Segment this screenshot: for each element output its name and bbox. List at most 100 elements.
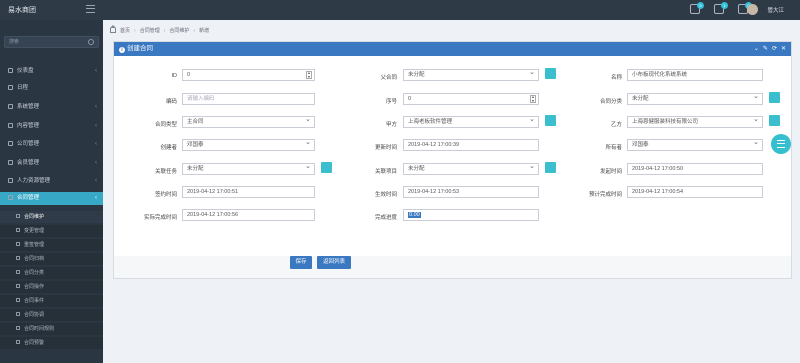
search-icon[interactable] xyxy=(88,39,94,45)
actual-time-label: 实际完成时间 xyxy=(143,215,177,221)
actual-time-field[interactable]: 2019-04-12 17:00:56 xyxy=(182,209,315,221)
back-to-list-button[interactable]: 返回列表 xyxy=(317,256,351,269)
list-icon xyxy=(16,284,20,288)
sidebar-sub-contract-maintain[interactable]: 合同维护 xyxy=(0,211,103,223)
code-field[interactable]: 请输入编码 xyxy=(182,93,315,105)
id-field[interactable]: 0 ▲ ▼ xyxy=(182,69,315,81)
publish-time-field[interactable]: 2019-04-12 17:00:50 xyxy=(627,163,763,175)
breadcrumb-maintain[interactable]: 合同维护 xyxy=(169,27,189,34)
sidebar-item-label: 仪表盘 xyxy=(17,68,34,74)
sidebar-sub-time-rule[interactable]: 合同时间规则 xyxy=(0,323,103,335)
sidebar-sub-change[interactable]: 变更管理 xyxy=(0,225,103,237)
sidebar-sub-label: 合同事件 xyxy=(24,298,45,304)
breadcrumb: 首页 › 合同管理 › 合同维护 › 新增 xyxy=(110,25,209,34)
progress-field[interactable]: 0.00 xyxy=(403,209,539,221)
sidebar-search-input[interactable]: 搜索 xyxy=(4,36,99,48)
creator-select[interactable]: 邓国泰 xyxy=(182,138,315,151)
party-b-label: 乙方 xyxy=(610,122,622,128)
parent-select[interactable]: 未分配 xyxy=(403,68,539,81)
stepper-icon[interactable]: ▲ ▼ xyxy=(306,71,312,79)
owner-select[interactable]: 邓国泰 xyxy=(627,138,763,151)
owner-label: 所有者 xyxy=(605,145,622,151)
chevron-left-icon: ‹ xyxy=(95,123,97,129)
sidebar-item-content[interactable]: 内容管理 ‹ xyxy=(0,120,103,133)
sidebar-item-label: 内容管理 xyxy=(17,123,40,129)
info-icon: i xyxy=(119,46,125,53)
expected-time-field[interactable]: 2019-04-12 17:00:54 xyxy=(627,186,763,198)
sidebar-sub-category[interactable]: 合同分类 xyxy=(0,267,103,279)
category-label: 合同分类 xyxy=(599,99,622,105)
panel-title: 创建合同 xyxy=(127,45,153,52)
party-b-value: 上海恩健服装科技有限公司 xyxy=(632,119,699,125)
avatar[interactable] xyxy=(747,4,758,15)
progress-value: 0.00 xyxy=(408,212,421,218)
breadcrumb-contracts[interactable]: 合同管理 xyxy=(140,27,160,34)
save-button[interactable]: 保存 xyxy=(290,256,312,269)
task-add-button[interactable] xyxy=(321,162,332,173)
project-select[interactable]: 未分配 xyxy=(403,162,539,175)
sidebar-item-dashboard[interactable]: 仪表盘 ‹ xyxy=(0,65,103,78)
name-label: 名称 xyxy=(610,75,622,81)
form-body: ID 0 ▲▼ 父合同 未分配 名称 小布板现代化系统系统 编码 请输入编码 序号… xyxy=(114,56,791,256)
sidebar-sub-label: 重签管理 xyxy=(24,242,45,248)
sidebar-item-hr[interactable]: 人力资源管理 ‹ xyxy=(0,175,103,188)
type-value: 主合同 xyxy=(187,119,204,125)
sidebar-sub-label: 合同归档 xyxy=(24,256,45,262)
project-add-button[interactable] xyxy=(545,162,556,173)
breadcrumb-home[interactable]: 首页 xyxy=(120,27,130,34)
floating-menu-button[interactable] xyxy=(771,134,791,154)
sidebar-sub-operation[interactable]: 合同操作 xyxy=(0,281,103,293)
seq-field[interactable]: 0 ▲ ▼ xyxy=(403,93,539,105)
list-icon xyxy=(16,312,20,316)
notification-icon[interactable]: 5 xyxy=(690,2,704,14)
refresh-icon[interactable]: ⟳ xyxy=(772,42,777,56)
party-a-select[interactable]: 上海老板软件管理 xyxy=(403,115,539,128)
project-label: 关联项目 xyxy=(374,169,397,175)
party-b-select[interactable]: 上海恩健服装科技有限公司 xyxy=(627,115,763,128)
calendar-icon xyxy=(8,85,13,90)
sidebar-item-company[interactable]: 公司管理 ‹ xyxy=(0,138,103,151)
sidebar-sub-label: 合同预警 xyxy=(24,340,45,346)
settings-icon xyxy=(8,104,13,109)
message-icon[interactable]: 1 xyxy=(714,2,728,14)
type-select[interactable]: 主合同 xyxy=(182,115,315,128)
category-select[interactable]: 未分配 xyxy=(627,92,763,105)
expected-time-label: 预计完成时间 xyxy=(588,192,622,198)
panel-header: i 创建合同 ⌄ ✎ ⟳ ✕ xyxy=(114,42,791,56)
list-icon xyxy=(16,326,20,330)
sidebar-sub-archive[interactable]: 合同归档 xyxy=(0,253,103,265)
menu-toggle-icon[interactable] xyxy=(86,5,95,13)
breadcrumb-separator: › xyxy=(163,27,166,34)
owner-value: 邓国泰 xyxy=(632,142,649,148)
sidebar-item-contracts[interactable]: 合同管理 ‹ xyxy=(0,192,103,205)
user-name[interactable]: 管大江 xyxy=(767,6,784,14)
name-field[interactable]: 小布板现代化系统系统 xyxy=(627,69,763,81)
effective-time-field[interactable]: 2019-04-12 17:00:53 xyxy=(403,186,539,198)
sidebar-sub-resign[interactable]: 重签管理 xyxy=(0,239,103,251)
party-a-add-button[interactable] xyxy=(545,115,556,126)
chevron-left-icon: ‹ xyxy=(95,68,97,74)
stepper-icon[interactable]: ▲ ▼ xyxy=(530,95,536,103)
home-icon[interactable] xyxy=(110,25,116,33)
update-time-field[interactable]: 2019-04-12 17:00:39 xyxy=(403,139,539,151)
publish-time-value: 2019-04-12 17:00:50 xyxy=(632,166,684,172)
collapse-icon[interactable]: ⌄ xyxy=(754,42,759,56)
task-select[interactable]: 未分配 xyxy=(182,162,315,175)
id-label: ID xyxy=(171,73,178,79)
sidebar-sub-event[interactable]: 合同事件 xyxy=(0,295,103,307)
sidebar-item-members[interactable]: 会员管理 ‹ xyxy=(0,157,103,170)
task-label: 关联任务 xyxy=(154,169,177,175)
sidebar-sub-warning[interactable]: 合同预警 xyxy=(0,337,103,349)
sign-time-field[interactable]: 2019-04-12 17:00:51 xyxy=(182,186,315,198)
party-b-add-button[interactable] xyxy=(769,115,780,126)
edit-icon[interactable]: ✎ xyxy=(763,42,768,56)
sidebar-sub-coordination[interactable]: 合同协调 xyxy=(0,309,103,321)
category-add-button[interactable] xyxy=(769,92,780,103)
expected-time-value: 2019-04-12 17:00:54 xyxy=(632,189,684,195)
sidebar-item-system[interactable]: 系统管理 ‹ xyxy=(0,101,103,114)
id-value: 0 xyxy=(187,72,191,78)
sidebar-sub-label: 合同协调 xyxy=(24,312,45,318)
parent-add-button[interactable] xyxy=(545,68,556,79)
close-icon[interactable]: ✕ xyxy=(781,42,786,56)
sidebar-item-schedule[interactable]: 日程 xyxy=(0,82,103,95)
